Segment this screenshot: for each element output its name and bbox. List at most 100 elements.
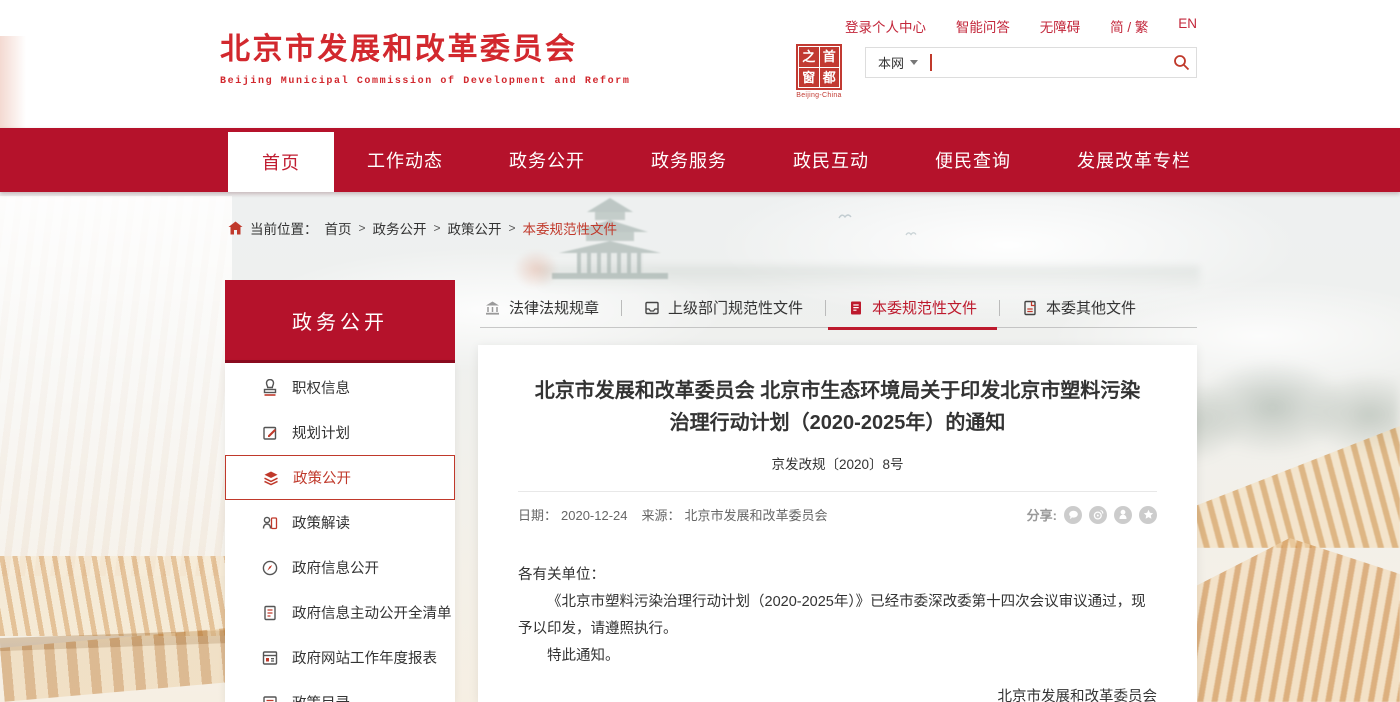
nav-item-convenience-query[interactable]: 便民查询 [902, 128, 1044, 192]
date-label: 日期： [518, 508, 557, 523]
source-label: 来源： [642, 508, 681, 523]
tab-commission-other-docs[interactable]: 本委其他文件 [1000, 288, 1158, 328]
article-source: 北京市发展和改革委员会 [685, 508, 828, 523]
share-weibo-icon[interactable] [1089, 506, 1107, 524]
doc-number: 京发改规〔2020〕8号 [518, 453, 1157, 473]
login-personal-center-link[interactable]: 登录个人中心 [845, 16, 926, 36]
sidebar-item-label: 政策解读 [292, 512, 350, 533]
other-doc-icon [1022, 300, 1038, 316]
tab-commission-normative-docs[interactable]: 本委规范性文件 [826, 288, 999, 328]
seal-icon: 之 首 窗 都 [796, 44, 842, 90]
sidebar-item-label: 政策目录 [292, 692, 350, 702]
sidebar-title: 政务公开 [225, 280, 455, 363]
capital-window-seal[interactable]: 之 首 窗 都 Beijing-China [793, 44, 845, 99]
sidebar-item-label: 政府信息公开 [292, 557, 379, 578]
paragraph: 《北京市塑料污染治理行动计划（2020-2025年）》已经市委深改委第十四次会议… [518, 589, 1157, 643]
search-icon [1173, 54, 1190, 71]
nav-item-work-news[interactable]: 工作动态 [334, 128, 476, 192]
article-date: 2020-12-24 [561, 508, 628, 523]
sidebar-item-policy-catalog[interactable]: 政策目录 [225, 680, 455, 702]
sidebar-item-label: 政府信息主动公开全清单 [292, 602, 452, 623]
red-doc-icon [848, 300, 864, 316]
search-button[interactable] [1166, 48, 1196, 77]
sidebar-item-label: 规划计划 [292, 422, 350, 443]
page: 北京市发展和改革委员会 Beijing Municipal Commission… [0, 0, 1400, 702]
smart-qa-link[interactable]: 智能问答 [956, 16, 1010, 36]
seal-char: 都 [820, 68, 840, 88]
breadcrumb-separator: > [434, 221, 441, 235]
share-wechat-icon[interactable] [1064, 506, 1082, 524]
nav-item-home[interactable]: 首页 [228, 132, 334, 192]
sidebar-item-policy-interpretation[interactable]: 政策解读 [225, 500, 455, 545]
site-subtitle: Beijing Municipal Commission of Developm… [220, 76, 630, 87]
search-scope-label: 本网 [878, 53, 904, 72]
home-icon[interactable] [228, 221, 243, 235]
breadcrumb-policy-disclosure[interactable]: 政策公开 [448, 218, 502, 238]
breadcrumb-separator: > [509, 221, 516, 235]
share-qq-icon[interactable] [1114, 506, 1132, 524]
layers-icon [262, 469, 280, 487]
sidebar-item-proactive-disclosure-list[interactable]: 政府信息主动公开全清单 [225, 590, 455, 635]
simplified-traditional-toggle[interactable]: 简 / 繁 [1110, 16, 1148, 36]
seal-char: 首 [820, 47, 840, 67]
search-bar: 本网 [865, 47, 1197, 78]
paragraph: 特此通知。 [518, 643, 1157, 670]
seal-char: 窗 [799, 68, 819, 88]
top-links: 登录个人中心 智能问答 无障碍 简 / 繁 EN [845, 16, 1197, 36]
sidebar-item-website-annual-report[interactable]: 政府网站工作年度报表 [225, 635, 455, 680]
annual-report-icon [261, 649, 279, 667]
sidebar-item-label: 政府网站工作年度报表 [292, 647, 437, 668]
search-input[interactable] [932, 49, 1166, 76]
breadcrumb-current: 本委规范性文件 [523, 218, 618, 238]
breadcrumb-separator: > [359, 221, 366, 235]
breadcrumb-home[interactable]: 首页 [325, 218, 352, 238]
doc-tabs: 法律法规规章 上级部门规范性文件 本委规范性文件 本委其他文件 [480, 288, 1197, 328]
nav-item-gov-disclosure[interactable]: 政务公开 [476, 128, 618, 192]
salutation: 各有关单位： [518, 562, 1157, 589]
sidebar-item-label: 政策公开 [293, 467, 351, 488]
english-link[interactable]: EN [1178, 16, 1197, 36]
sidebar-item-authority-info[interactable]: 职权信息 [225, 365, 455, 410]
info-disclosure-icon [261, 559, 279, 577]
bird-icon [905, 230, 917, 237]
law-icon [484, 300, 501, 316]
seal-caption: Beijing-China [793, 92, 845, 99]
article-card: 北京市发展和改革委员会 北京市生态环境局关于印发北京市塑料污染治理行动计划（20… [478, 345, 1197, 702]
bird-icon [838, 212, 852, 220]
tab-superior-normative-docs[interactable]: 上级部门规范性文件 [622, 288, 825, 328]
sidebar-item-plans[interactable]: 规划计划 [225, 410, 455, 455]
background-roof-left-fade [0, 196, 232, 576]
signature: 北京市发展和改革委员会 [518, 684, 1157, 702]
article-title: 北京市发展和改革委员会 北京市生态环境局关于印发北京市塑料污染治理行动计划（20… [525, 375, 1150, 439]
tab-label: 法律法规规章 [509, 297, 599, 318]
share-qzone-icon[interactable] [1139, 506, 1157, 524]
background-pavilion [552, 198, 668, 292]
search-scope-dropdown[interactable]: 本网 [866, 53, 928, 72]
nav-item-drc-special[interactable]: 发展改革专栏 [1044, 128, 1224, 192]
sidebar-item-gov-info-disclosure[interactable]: 政府信息公开 [225, 545, 455, 590]
article-body: 各有关单位： 《北京市塑料污染治理行动计划（2020-2025年）》已经市委深改… [518, 562, 1157, 702]
list-doc-icon [261, 604, 279, 622]
nav-item-public-interaction[interactable]: 政民互动 [760, 128, 902, 192]
sidebar-item-policy-disclosure[interactable]: 政策公开 [225, 455, 455, 500]
article-meta-left: 日期： 2020-12-24 来源： 北京市发展和改革委员会 [518, 505, 832, 524]
accessibility-link[interactable]: 无障碍 [1040, 16, 1081, 36]
tab-laws-regulations[interactable]: 法律法规规章 [480, 288, 621, 328]
breadcrumb-location-label: 当前位置： [250, 218, 318, 238]
breadcrumb-gov-disclosure[interactable]: 政务公开 [373, 218, 427, 238]
article-meta: 日期： 2020-12-24 来源： 北京市发展和改革委员会 分享: [518, 505, 1157, 524]
site-title: 北京市发展和改革委员会 [220, 24, 630, 68]
seal-char: 之 [799, 47, 819, 67]
interpret-icon [261, 514, 279, 532]
catalog-icon [261, 694, 279, 702]
site-logo[interactable]: 北京市发展和改革委员会 Beijing Municipal Commission… [220, 24, 630, 87]
sidebar-menu: 职权信息 规划计划 政策公开 政策解读 [225, 363, 455, 702]
tab-label: 本委其他文件 [1046, 297, 1136, 318]
share-bar: 分享: [1027, 505, 1157, 524]
site-header: 北京市发展和改革委员会 Beijing Municipal Commission… [0, 0, 1400, 128]
background-roof-bottom-left [0, 556, 234, 636]
tab-label: 上级部门规范性文件 [668, 297, 803, 318]
breadcrumb: 当前位置： 首页 > 政务公开 > 政策公开 > 本委规范性文件 [228, 218, 617, 238]
nav-item-gov-services[interactable]: 政务服务 [618, 128, 760, 192]
plan-edit-icon [261, 424, 279, 442]
